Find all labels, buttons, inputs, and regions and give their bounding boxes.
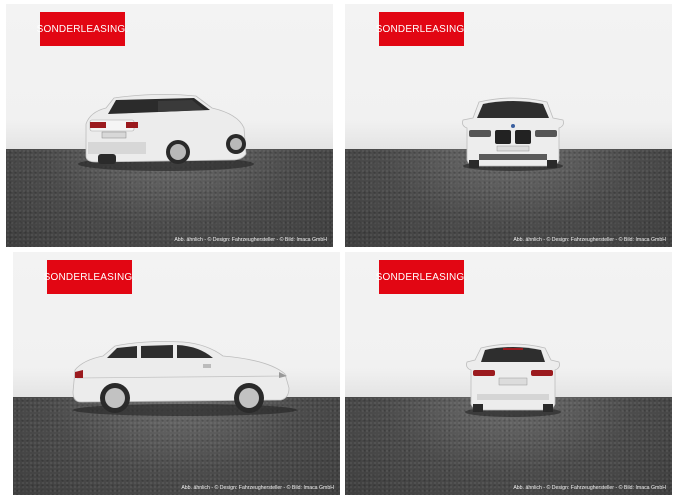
sonderleasing-badge: SONDERLEASING. (44, 260, 135, 294)
image-credit: Abb. ähnlich - © Design: Fahrzeugherstel… (513, 237, 666, 243)
sonderleasing-badge: SONDERLEASING. (376, 12, 467, 46)
car-image-tile-front[interactable]: SONDERLEASING. Abb. ähnlich - © Design: … (345, 4, 672, 247)
image-credit: Abb. ähnlich - © Design: Fahrzeugherstel… (513, 485, 666, 491)
car-image-tile-rear-three-quarter[interactable]: SONDERLEASING. Abb. ähnlich - © Design: … (6, 4, 333, 247)
image-credit: Abb. ähnlich - © Design: Fahrzeugherstel… (181, 485, 334, 491)
car-image-tile-rear[interactable]: SONDERLEASING. Abb. ähnlich - © Design: … (345, 252, 672, 495)
sonderleasing-badge: SONDERLEASING. (37, 12, 128, 46)
image-credit: Abb. ähnlich - © Design: Fahrzeugherstel… (174, 237, 327, 243)
sonderleasing-badge: SONDERLEASING. (376, 260, 467, 294)
car-image-tile-side[interactable]: SONDERLEASING. Abb. ähnlich - © Design: … (13, 252, 340, 495)
